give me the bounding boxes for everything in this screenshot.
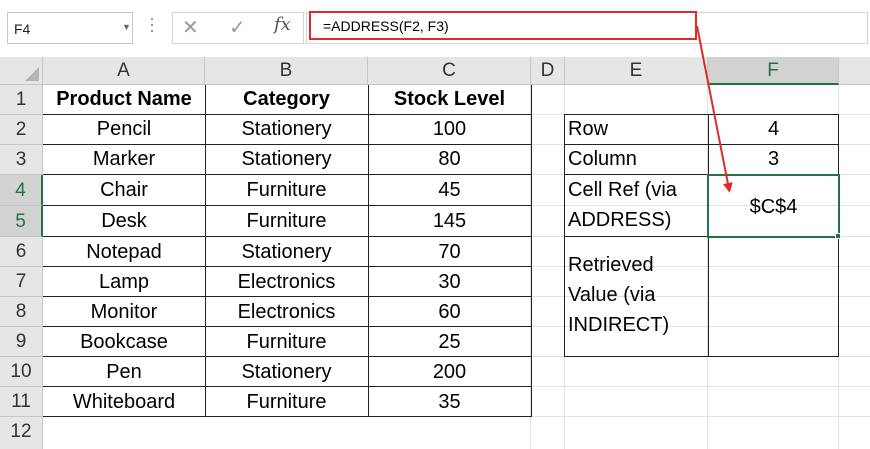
- cell-stock-level[interactable]: 45: [368, 179, 531, 202]
- table-border: [43, 114, 532, 115]
- lookup-border: [564, 356, 839, 357]
- cell-category[interactable]: Furniture: [205, 391, 368, 414]
- cell-stock-level[interactable]: 100: [368, 118, 531, 141]
- table-border: [43, 416, 532, 417]
- cell-product-name[interactable]: Pen: [43, 361, 205, 384]
- row-header-5[interactable]: 5: [0, 206, 43, 237]
- cell-category[interactable]: Furniture: [205, 331, 368, 354]
- row-header-10[interactable]: 10: [0, 357, 43, 387]
- cell-product-name[interactable]: Notepad: [43, 241, 205, 264]
- cell-category[interactable]: Stationery: [205, 361, 368, 384]
- cell-category[interactable]: Stationery: [205, 148, 368, 171]
- cell-product-name[interactable]: Lamp: [43, 271, 205, 294]
- check-icon[interactable]: ✓: [229, 15, 246, 40]
- select-all-triangle-icon[interactable]: [25, 67, 39, 81]
- active-cell-selection[interactable]: [707, 174, 840, 238]
- table-border: [43, 266, 532, 267]
- close-icon[interactable]: ✕: [182, 15, 199, 40]
- cell-category[interactable]: Electronics: [205, 271, 368, 294]
- cell-product-name[interactable]: Monitor: [43, 301, 205, 324]
- column-header-c[interactable]: C: [368, 57, 531, 85]
- column-header-b[interactable]: B: [205, 57, 368, 85]
- chevron-down-icon[interactable]: ▼: [122, 22, 131, 32]
- column-header-f[interactable]: F: [708, 57, 839, 85]
- row-header-12[interactable]: 12: [0, 417, 43, 449]
- name-box-value[interactable]: F4: [14, 21, 30, 37]
- cell-stock-level[interactable]: 80: [368, 148, 531, 171]
- row-header-7[interactable]: 7: [0, 267, 43, 297]
- retrieved-label-line1[interactable]: Retrieved: [568, 254, 654, 277]
- table-border: [531, 85, 532, 417]
- separator-dots[interactable]: [150, 14, 154, 40]
- cell-stock-level[interactable]: 25: [368, 331, 531, 354]
- cell-product-name[interactable]: Bookcase: [43, 331, 205, 354]
- row-value[interactable]: 4: [708, 118, 839, 141]
- cell-product-name[interactable]: Whiteboard: [43, 391, 205, 414]
- column-header-e[interactable]: E: [565, 57, 708, 85]
- cell-stock-level[interactable]: 60: [368, 301, 531, 324]
- cell-product-name[interactable]: Pencil: [43, 118, 205, 141]
- cell-product-name[interactable]: Desk: [43, 210, 205, 233]
- row-header-3[interactable]: 3: [0, 145, 43, 175]
- column-label[interactable]: Column: [568, 148, 637, 171]
- header-product-name[interactable]: Product Name: [43, 88, 205, 111]
- header-stock-level[interactable]: Stock Level: [368, 88, 531, 111]
- lookup-border: [564, 114, 839, 115]
- retrieved-label-line2[interactable]: Value (via: [568, 284, 655, 307]
- table-border: [43, 296, 532, 297]
- cell-category[interactable]: Furniture: [205, 179, 368, 202]
- row-header-6[interactable]: 6: [0, 237, 43, 267]
- row-header-1[interactable]: 1: [0, 85, 43, 115]
- cell-category[interactable]: Electronics: [205, 301, 368, 324]
- cell-category[interactable]: Stationery: [205, 118, 368, 141]
- cell-product-name[interactable]: Chair: [43, 179, 205, 202]
- cellref-label-line1[interactable]: Cell Ref (via: [568, 179, 677, 202]
- table-border: [43, 236, 532, 237]
- row-header-9[interactable]: 9: [0, 327, 43, 357]
- row-header-11[interactable]: 11: [0, 387, 43, 417]
- cell-stock-level[interactable]: 70: [368, 241, 531, 264]
- select-all-button[interactable]: [0, 57, 43, 85]
- retrieved-label-line3[interactable]: INDIRECT): [568, 314, 669, 337]
- cellref-label-line2[interactable]: ADDRESS): [568, 209, 671, 232]
- table-border: [43, 326, 532, 327]
- table-border: [43, 356, 532, 357]
- table-border: [43, 144, 532, 145]
- cell-category[interactable]: Furniture: [205, 210, 368, 233]
- worksheet-grid: A B C D E F 1 2 3 4 5 6 7 8 9 10 11 12 P…: [0, 57, 870, 449]
- table-border: [43, 386, 532, 387]
- row-label[interactable]: Row: [568, 118, 608, 141]
- column-header-d[interactable]: D: [531, 57, 565, 85]
- cell-stock-level[interactable]: 200: [368, 361, 531, 384]
- table-border: [43, 174, 532, 175]
- row-header-4[interactable]: 4: [0, 175, 43, 206]
- column-header-a[interactable]: A: [43, 57, 205, 85]
- row-header-2[interactable]: 2: [0, 115, 43, 145]
- cell-stock-level[interactable]: 35: [368, 391, 531, 414]
- fill-handle[interactable]: [835, 233, 841, 239]
- lookup-border: [564, 144, 839, 145]
- fx-icon[interactable]: fx: [274, 14, 291, 35]
- formula-text[interactable]: =ADDRESS(F2, F3): [323, 18, 449, 34]
- column-header-g[interactable]: [839, 57, 870, 85]
- cell-category[interactable]: Stationery: [205, 241, 368, 264]
- formula-bar-area: F4 ▼ ✕ ✓ fx =ADDRESS(F2, F3): [0, 0, 870, 57]
- column-value[interactable]: 3: [708, 148, 839, 171]
- row-header-8[interactable]: 8: [0, 297, 43, 327]
- header-category[interactable]: Category: [205, 88, 368, 111]
- table-border: [43, 205, 532, 206]
- lookup-border: [564, 114, 565, 357]
- cell-stock-level[interactable]: 145: [368, 210, 531, 233]
- name-box[interactable]: F4 ▼: [7, 12, 133, 44]
- cell-product-name[interactable]: Marker: [43, 148, 205, 171]
- cell-stock-level[interactable]: 30: [368, 271, 531, 294]
